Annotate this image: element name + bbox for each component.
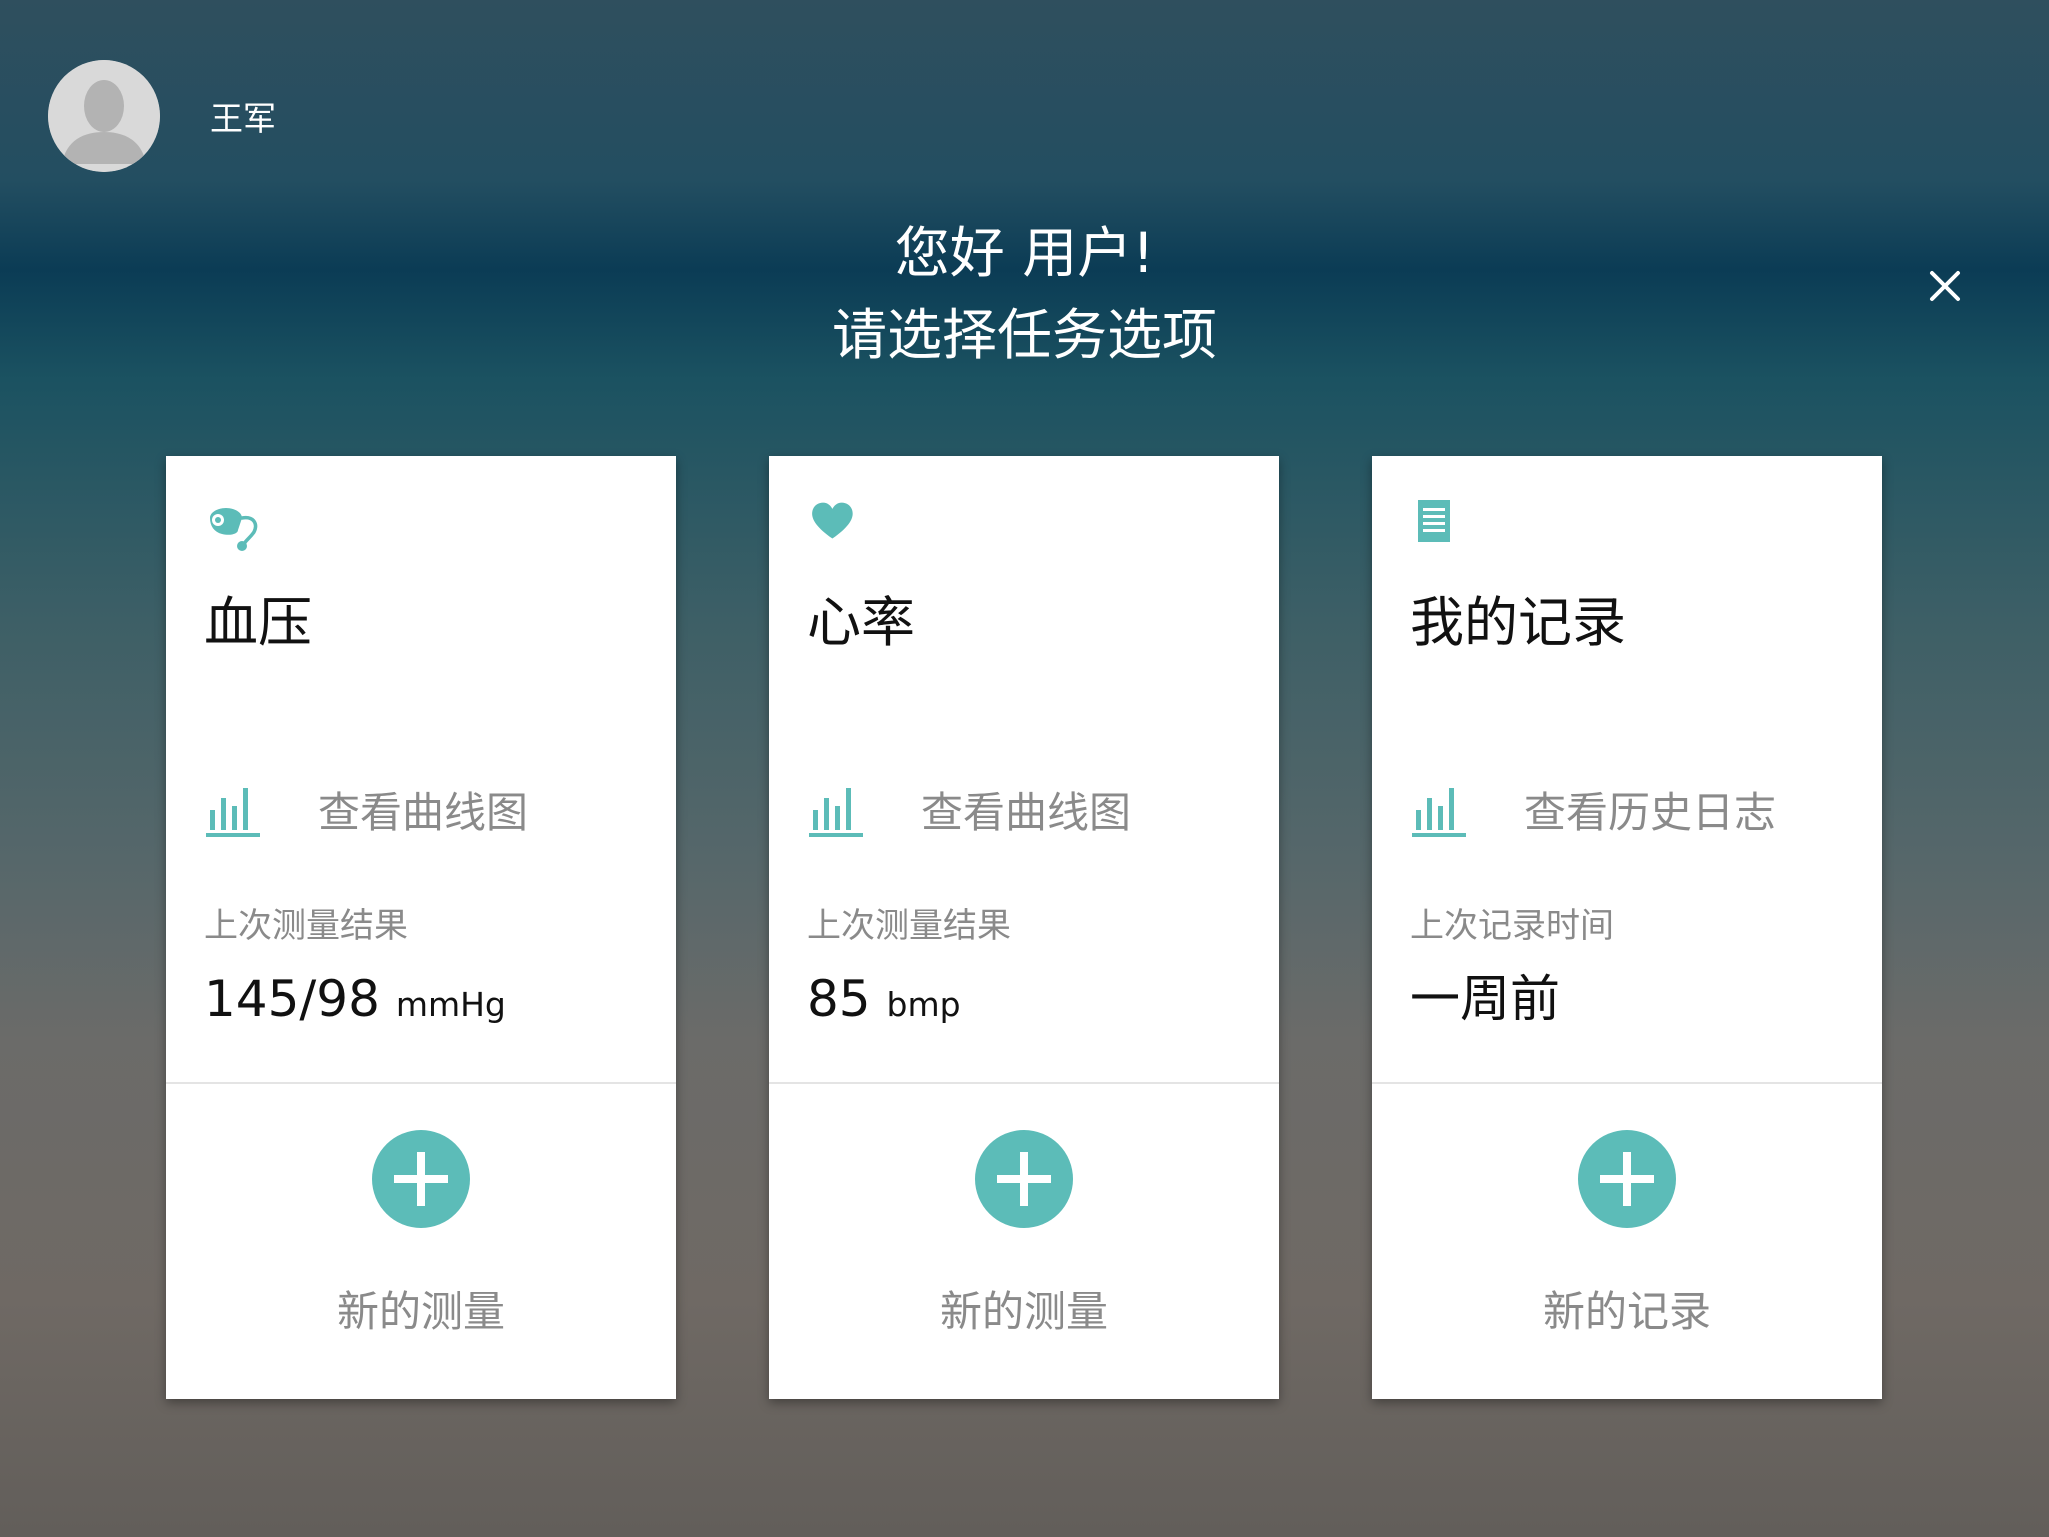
plus-icon [394,1152,448,1206]
view-history-label: 查看历史日志 [1524,787,1777,837]
avatar[interactable] [48,60,160,172]
blood-pressure-card[interactable]: 血压 查看曲线图 上次测量结果 145/98 mmHg 新的测量 [166,456,676,1399]
new-measurement-label[interactable]: 新的测量 [769,1278,1279,1339]
plus-icon [997,1152,1051,1206]
divider [769,1082,1279,1084]
new-record-label[interactable]: 新的记录 [1372,1278,1882,1339]
new-measurement-button[interactable] [372,1130,470,1228]
document-icon [1410,496,1470,556]
blood-pressure-cuff-icon [204,496,264,556]
app-screen: 王军 您好 用户! 请选择任务选项 血压 查看曲线图 上次测量结果 145/98… [0,0,2049,1537]
view-chart-link[interactable]: 查看曲线图 [807,774,1131,844]
view-chart-link[interactable]: 查看曲线图 [204,774,528,844]
last-result-value: 85 bmp [807,964,961,1040]
last-record-time-value: 一周前 [1410,970,1560,1028]
new-record-button[interactable] [1578,1130,1676,1228]
greeting-line-2: 请选择任务选项 [831,303,1217,367]
last-result-unit: mmHg [395,985,506,1024]
divider [1372,1082,1882,1084]
card-title: 心率 [807,591,915,654]
bar-chart-icon [204,780,262,838]
last-record-time-label: 上次记录时间 [1410,906,1614,946]
close-button[interactable] [1924,265,1966,307]
new-measurement-button[interactable] [975,1130,1073,1228]
view-history-link[interactable]: 查看历史日志 [1410,774,1776,844]
bar-chart-icon [1410,780,1468,838]
greeting: 您好 用户! 请选择任务选项 [0,212,2049,376]
heart-icon [807,496,867,556]
card-title: 我的记录 [1410,591,1626,654]
card-title: 血压 [204,591,312,654]
last-result-unit: bmp [886,985,961,1024]
close-icon [1930,271,1960,301]
new-measurement-label[interactable]: 新的测量 [166,1278,676,1339]
last-result-number: 145/98 [204,970,380,1028]
view-chart-label: 查看曲线图 [921,787,1132,837]
greeting-line-1: 您好 用户! [894,221,1155,285]
last-result-value: 145/98 mmHg [204,964,506,1040]
divider [166,1082,676,1084]
last-result-label: 上次测量结果 [204,906,408,946]
plus-icon [1600,1152,1654,1206]
bar-chart-icon [807,780,865,838]
user-avatar-icon [48,60,160,172]
view-chart-label: 查看曲线图 [318,787,529,837]
heart-rate-card[interactable]: 心率 查看曲线图 上次测量结果 85 bmp 新的测量 [769,456,1279,1399]
last-result-label: 上次测量结果 [807,906,1011,946]
my-records-card[interactable]: 我的记录 查看历史日志 上次记录时间 一周前 新的记录 [1372,456,1882,1399]
user-name: 王军 [210,99,276,138]
last-result-number: 85 [807,970,871,1028]
